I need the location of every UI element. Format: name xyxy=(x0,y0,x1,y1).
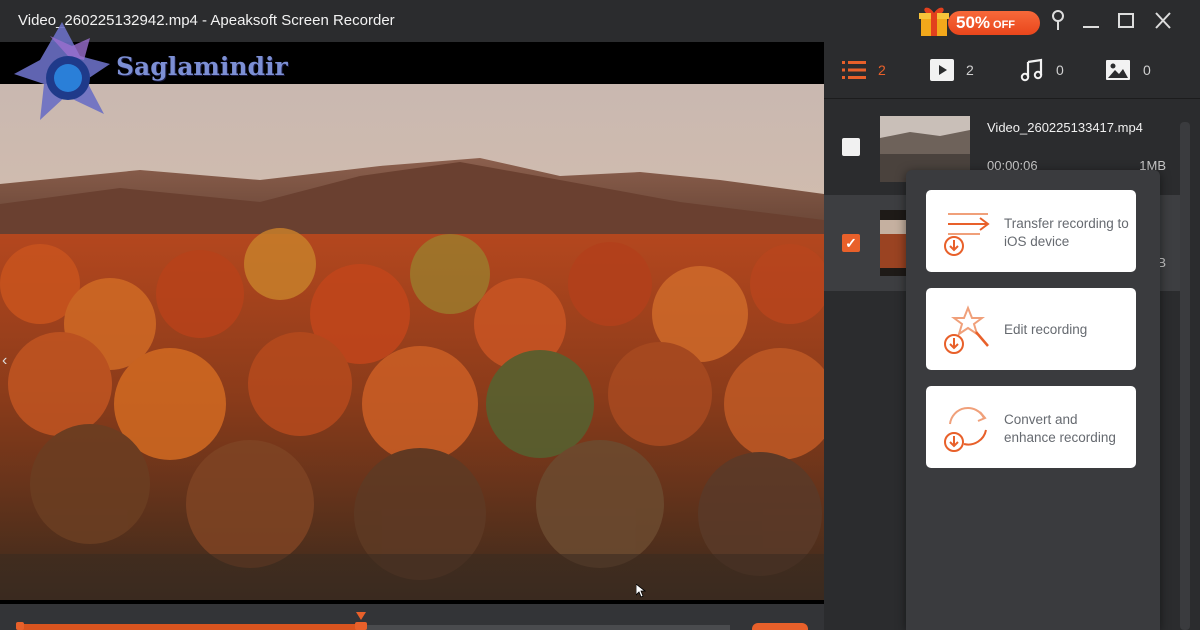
saglamindir-logo-icon xyxy=(14,22,110,120)
video-play-icon xyxy=(930,59,954,81)
timeline-progress xyxy=(18,624,360,630)
discount-suffix: OFF xyxy=(993,19,1016,31)
music-note-icon xyxy=(1020,58,1043,82)
mouse-cursor-icon xyxy=(636,584,646,598)
tab-all[interactable]: 2 xyxy=(842,58,886,82)
transfer-icon xyxy=(944,213,990,256)
list-icon xyxy=(842,61,866,79)
transfer-label: Transfer recording to iOS device xyxy=(1004,216,1129,249)
media-tabs: 2 2 0 0 xyxy=(824,42,1200,98)
recording-name: Video_260225133417.mp4 xyxy=(987,120,1143,135)
transfer-to-ios-button[interactable]: Transfer recording to iOS device xyxy=(926,190,1136,272)
tab-count: 2 xyxy=(878,62,886,78)
tab-count: 2 xyxy=(966,62,974,78)
discount-percent: 50% xyxy=(956,13,991,32)
edit-recording-button[interactable]: Edit recording xyxy=(926,288,1136,370)
select-checkbox[interactable]: ✓ xyxy=(842,234,860,252)
close-icon[interactable] xyxy=(1150,8,1176,34)
prev-arrow-icon[interactable]: ‹ xyxy=(2,352,7,370)
trim-start-handle[interactable] xyxy=(16,622,24,630)
promo-badge[interactable]: 50% OFF xyxy=(918,4,1040,38)
maximize-icon[interactable] xyxy=(1113,8,1139,34)
watermark-text: Saglamindir xyxy=(116,52,288,81)
discount-label: 50% OFF xyxy=(948,11,1040,35)
convert-enhance-button[interactable]: Convert and enhance recording xyxy=(926,386,1136,468)
trim-end-handle[interactable] xyxy=(355,622,367,630)
timeline[interactable] xyxy=(0,604,824,630)
minimize-icon[interactable] xyxy=(1078,8,1104,34)
tab-images[interactable]: 0 xyxy=(1105,58,1151,82)
video-frame xyxy=(0,84,824,600)
tab-audio[interactable]: 0 xyxy=(1020,58,1064,82)
tab-count: 0 xyxy=(1143,62,1151,78)
convert-icon xyxy=(944,407,987,452)
tab-count: 0 xyxy=(1056,62,1064,78)
video-preview[interactable]: ‹ xyxy=(0,42,824,604)
image-icon xyxy=(1106,60,1130,80)
edit-label: Edit recording xyxy=(1004,322,1088,337)
pin-icon[interactable] xyxy=(1045,8,1071,34)
gift-icon xyxy=(919,7,949,36)
convert-label: Convert and enhance recording xyxy=(1004,412,1116,445)
recording-actions-menu: Transfer recording to iOS device Edit re… xyxy=(906,170,1160,630)
timeline-action-button[interactable] xyxy=(752,623,808,630)
select-checkbox[interactable] xyxy=(842,138,860,156)
panel-scrollbar[interactable] xyxy=(1180,122,1190,630)
playhead-marker[interactable] xyxy=(356,612,366,620)
magic-wand-icon xyxy=(944,305,989,354)
title-bar: Video_260225132942.mp4 - Apeaksoft Scree… xyxy=(0,0,1200,42)
tab-video[interactable]: 2 xyxy=(930,58,974,82)
